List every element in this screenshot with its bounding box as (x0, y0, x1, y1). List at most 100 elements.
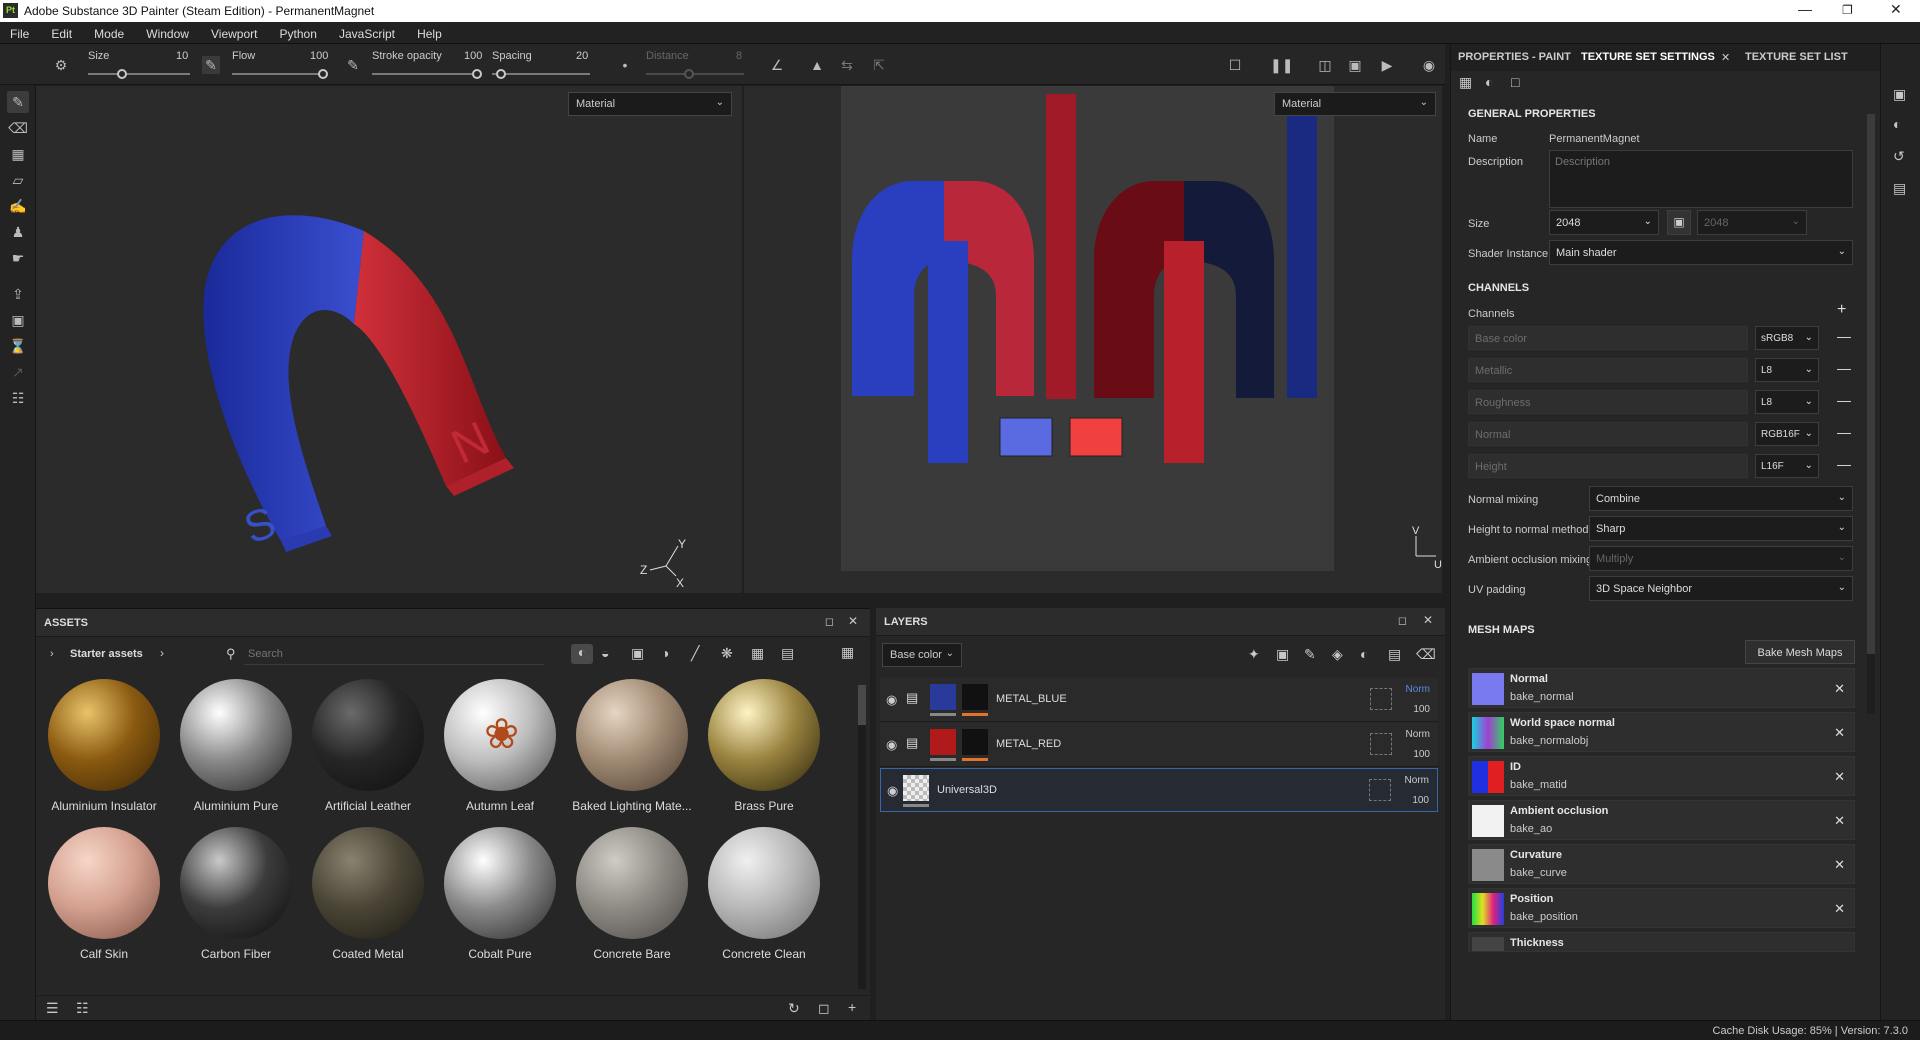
asset-item[interactable]: Artificial Leather (300, 679, 424, 814)
effects-icon[interactable]: ✦ (1248, 646, 1260, 663)
measure-icon[interactable]: ⌛ (7, 335, 29, 357)
brushes-filter-icon[interactable]: ╱ (691, 645, 699, 662)
asset-item[interactable]: Autumn Leaf ❀ (432, 679, 556, 814)
panel-scrollbar[interactable] (1867, 114, 1875, 714)
search-input[interactable] (244, 643, 544, 665)
alignment-icon[interactable]: ⇱ (870, 56, 888, 74)
asset-item[interactable]: Baked Lighting Mate... (564, 679, 692, 814)
channel-format-dropdown[interactable]: RGB16F ⌄ (1755, 422, 1819, 446)
mesh-map-item[interactable]: ID bake_matid ✕ (1468, 756, 1855, 796)
remove-channel-icon[interactable]: — (1837, 424, 1851, 440)
size-slider-handle[interactable] (117, 69, 127, 79)
close-panel-icon[interactable]: ✕ (848, 614, 858, 628)
remove-channel-icon[interactable]: — (1837, 328, 1851, 344)
breadcrumb[interactable]: Starter assets (70, 648, 143, 660)
tab-texture-set-settings[interactable]: TEXTURE SET SETTINGS (1581, 51, 1715, 63)
flow-value[interactable]: 100 (310, 50, 328, 62)
camera-video-icon[interactable]: ▶ (1378, 56, 1396, 74)
layer-row[interactable]: ◉ ▤ METAL_BLUE Norm 100 (880, 678, 1438, 722)
remove-map-icon[interactable]: ✕ (1834, 813, 1845, 829)
hide-object-icon[interactable]: ☐ (1226, 56, 1244, 74)
refresh-icon[interactable]: ↻ (788, 1000, 800, 1017)
close-panel-icon[interactable]: ✕ (1423, 613, 1433, 627)
size-dropdown[interactable]: 2048 ⌄ (1549, 210, 1659, 235)
color-picker-icon[interactable]: ☛ (7, 247, 29, 269)
symmetry-icon[interactable]: ▲ (808, 56, 826, 74)
viewport-2d-mode-dropdown[interactable]: Material ⌄ (1274, 92, 1436, 116)
size-value[interactable]: 10 (176, 50, 188, 62)
remove-channel-icon[interactable]: — (1837, 360, 1851, 376)
mesh-map-item[interactable]: Ambient occlusion bake_ao ✕ (1468, 800, 1855, 840)
layer-opacity[interactable]: 100 (1413, 704, 1430, 715)
paint-brush-icon[interactable]: ✎ (7, 91, 29, 113)
path-icon[interactable]: ↗ (7, 361, 29, 383)
asset-item[interactable]: Concrete Bare (564, 827, 688, 962)
uv-padding-dropdown[interactable]: 3D Space Neighbor ⌄ (1589, 576, 1853, 601)
blend-mode[interactable]: Norm (1405, 775, 1429, 786)
remove-map-icon[interactable]: ✕ (1834, 681, 1845, 697)
remove-map-icon[interactable]: ✕ (1834, 725, 1845, 741)
menu-python[interactable]: Python (270, 22, 326, 41)
mesh-map-item[interactable]: Thickness (1468, 932, 1855, 952)
layer-row-selected[interactable]: ◉ Universal3D Norm 100 (880, 768, 1438, 812)
geometry-icon[interactable]: ▣ (7, 309, 29, 331)
asset-item[interactable]: Calf Skin (36, 827, 160, 962)
materials-filter-icon[interactable]: ◐ (571, 644, 593, 664)
description-field[interactable] (1549, 150, 1853, 208)
projection-icon[interactable]: ▦ (7, 143, 29, 165)
channel-format-dropdown[interactable]: L16F ⌄ (1755, 454, 1819, 478)
bake-icon[interactable]: ⇪ (7, 283, 29, 305)
layer-mask-thumbnail[interactable] (962, 729, 988, 755)
remove-map-icon[interactable]: ✕ (1834, 857, 1845, 873)
mesh-map-item[interactable]: Position bake_position ✕ (1468, 888, 1855, 928)
smart-materials-filter-icon[interactable]: ◒ (601, 645, 609, 661)
flow-slider-handle[interactable] (318, 69, 328, 79)
chevron-right-icon[interactable]: › (50, 648, 54, 660)
eraser-icon[interactable]: ⌫ (7, 117, 29, 139)
viewport-3d[interactable]: Material ⌄ S N Y Z X (36, 86, 742, 593)
flow-slider-track[interactable] (232, 73, 328, 75)
minimize-icon[interactable]: — (1798, 1, 1812, 17)
particles-filter-icon[interactable]: ❋ (721, 645, 733, 662)
asset-item[interactable]: Brass Pure (696, 679, 820, 814)
layer-opacity[interactable]: 100 (1412, 795, 1429, 806)
add-icon[interactable]: + (848, 999, 856, 1015)
clone-stamp-icon[interactable]: ♟ (7, 221, 29, 243)
asset-item[interactable]: Coated Metal (300, 827, 424, 962)
log-icon[interactable]: ▤ (1893, 180, 1906, 197)
add-paint-layer-icon[interactable]: ✎ (1304, 646, 1316, 663)
asset-item[interactable]: Aluminium Pure (168, 679, 292, 814)
lock-icon[interactable]: ▣ (1667, 210, 1691, 235)
channel-format-dropdown[interactable]: L8 ⌄ (1755, 358, 1819, 382)
mesh-map-item[interactable]: World space normal bake_normalobj ✕ (1468, 712, 1855, 752)
asset-item[interactable]: Aluminium Insulator (36, 679, 160, 814)
mesh-map-item[interactable]: Normal bake_normal ✕ (1468, 668, 1855, 708)
texture-set-icon[interactable]: ▦ (1459, 74, 1472, 91)
environments-filter-icon[interactable]: ▤ (781, 645, 794, 662)
remove-map-icon[interactable]: ✕ (1834, 901, 1845, 917)
masks-filter-icon[interactable]: ▣ (631, 645, 644, 662)
tab-properties-paint[interactable]: PROPERTIES - PAINT (1458, 51, 1571, 63)
shader-settings-icon[interactable]: ◐ (1893, 116, 1901, 132)
remove-channel-icon[interactable]: — (1837, 456, 1851, 472)
tab-texture-set-list[interactable]: TEXTURE SET LIST (1745, 51, 1848, 63)
menu-window[interactable]: Window (136, 22, 198, 41)
close-tab-icon[interactable]: ✕ (1721, 51, 1730, 64)
polygon-fill-icon[interactable]: ▱ (7, 169, 29, 191)
list-view-icon[interactable]: ☰ (46, 1000, 59, 1017)
visibility-eye-icon[interactable]: ◉ (886, 692, 897, 708)
maximize-icon[interactable]: ◻ (825, 615, 834, 628)
assets-scrollbar[interactable] (858, 685, 866, 989)
add-mask-icon[interactable]: ▣ (1276, 646, 1289, 663)
scrollbar-thumb[interactable] (1867, 114, 1875, 654)
angle-icon[interactable]: ∠ (768, 56, 786, 74)
channel-format-dropdown[interactable]: L8 ⌄ (1755, 390, 1819, 414)
size-slider-track[interactable] (88, 73, 190, 75)
layer-row[interactable]: ◉ ▤ METAL_RED Norm 100 (880, 723, 1438, 767)
blend-mode[interactable]: Norm (1406, 729, 1430, 740)
remove-channel-icon[interactable]: — (1837, 392, 1851, 408)
bake-mesh-maps-button[interactable]: Bake Mesh Maps (1745, 640, 1855, 664)
asset-item[interactable]: Concrete Clean (696, 827, 820, 962)
layer-mask-thumbnail[interactable] (962, 684, 988, 710)
mesh-map-item[interactable]: Curvature bake_curve ✕ (1468, 844, 1855, 884)
